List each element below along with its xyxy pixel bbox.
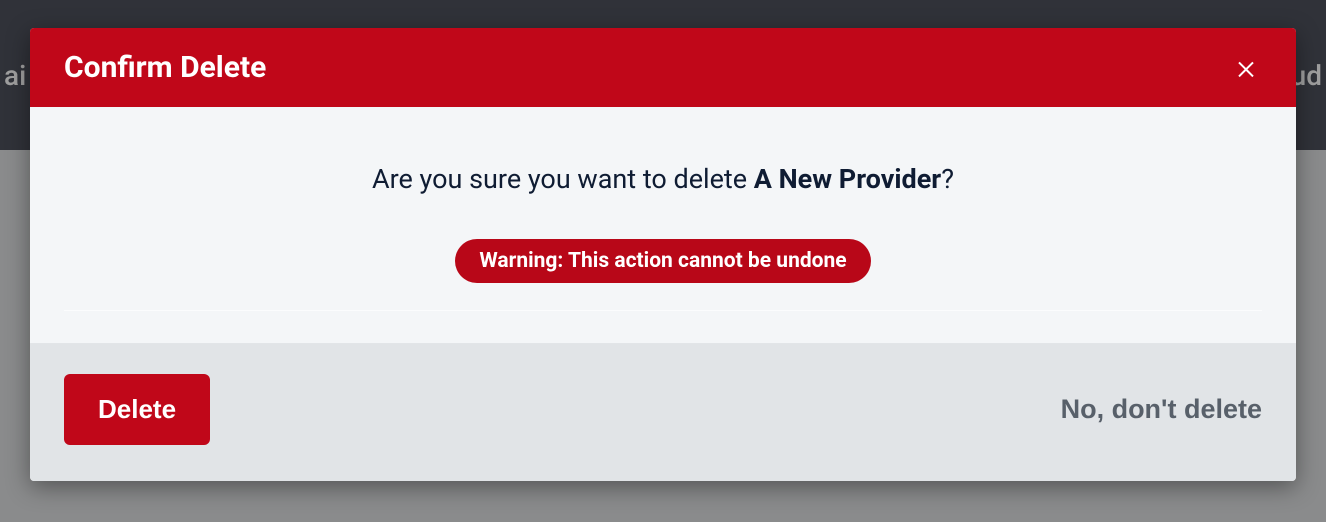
modal-title: Confirm Delete — [64, 50, 266, 85]
confirm-suffix: ? — [941, 163, 954, 195]
confirm-message: Are you sure you want to delete A New Pr… — [64, 163, 1262, 195]
cancel-button[interactable]: No, don't delete — [1061, 384, 1262, 435]
confirm-prefix: Are you sure you want to delete — [372, 163, 754, 195]
modal-footer: Delete No, don't delete — [30, 344, 1296, 481]
close-icon — [1234, 56, 1258, 80]
divider-line — [64, 310, 1262, 311]
confirm-delete-modal: Confirm Delete Are you sure you want to … — [30, 28, 1296, 481]
warning-badge: Warning: This action cannot be undone — [455, 239, 870, 283]
modal-body: Are you sure you want to delete A New Pr… — [30, 107, 1296, 344]
close-button[interactable] — [1230, 52, 1262, 84]
delete-button[interactable]: Delete — [64, 374, 210, 445]
confirm-subject: A New Provider — [754, 163, 941, 195]
modal-header: Confirm Delete — [30, 28, 1296, 107]
